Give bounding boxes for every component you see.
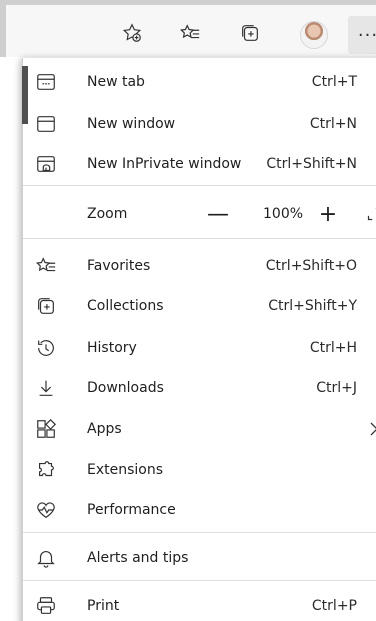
- menu-item-label: Extensions: [87, 462, 164, 478]
- menu-item-shortcut: Ctrl+P: [311, 598, 357, 614]
- new-tab-icon: [35, 71, 57, 93]
- menu-item-extensions[interactable]: Extensions: [23, 450, 376, 490]
- menu-item-shortcut: Ctrl+N: [309, 116, 357, 132]
- menu-item-shortcut: Ctrl+T: [311, 74, 357, 90]
- menu-item-collections[interactable]: Collections Ctrl+Shift+Y: [23, 286, 376, 326]
- menu-item-new-window[interactable]: New window Ctrl+N: [23, 104, 376, 144]
- zoom-label: Zoom: [87, 206, 128, 222]
- browser-window: ··· New tab Ctrl+T Ne: [0, 0, 376, 621]
- zoom-out-button[interactable]: —: [203, 200, 233, 230]
- more-icon: ···: [357, 24, 376, 46]
- menu-item-label: History: [87, 340, 137, 356]
- divider: [23, 532, 376, 533]
- menu-item-label: Favorites: [87, 258, 151, 274]
- favorites-icon: [35, 255, 57, 277]
- menu-item-apps[interactable]: Apps: [23, 409, 376, 449]
- inprivate-icon: [35, 153, 57, 175]
- window-edge: [22, 66, 28, 124]
- collections-button[interactable]: [236, 21, 264, 49]
- menu-item-label: Performance: [87, 502, 176, 518]
- menu-item-new-inprivate-window[interactable]: New InPrivate window Ctrl+Shift+N: [23, 144, 376, 184]
- menu-item-label: Downloads: [87, 380, 164, 396]
- menu-item-label: New InPrivate window: [87, 156, 242, 172]
- menu-item-new-tab[interactable]: New tab Ctrl+T: [23, 62, 376, 102]
- extensions-icon: [35, 459, 57, 481]
- history-icon: [35, 337, 57, 359]
- menu-item-label: New tab: [87, 74, 145, 90]
- divider: [23, 185, 376, 186]
- menu-item-shortcut: Ctrl+Shift+Y: [268, 298, 357, 314]
- profile-button[interactable]: [300, 21, 328, 49]
- chevron-right-icon: [369, 421, 376, 437]
- menu-item-downloads[interactable]: Downloads Ctrl+J: [23, 368, 376, 408]
- menu-item-performance[interactable]: Performance: [23, 490, 376, 530]
- menu-item-shortcut: Ctrl+J: [316, 380, 357, 396]
- settings-and-more-button[interactable]: ···: [348, 16, 376, 54]
- fullscreen-icon[interactable]: [363, 203, 376, 225]
- zoom-level: 100%: [263, 206, 304, 222]
- performance-icon: [35, 499, 57, 521]
- zoom-row: Zoom — 100% +: [23, 190, 376, 240]
- menu-item-label: Collections: [87, 298, 164, 314]
- new-window-icon: [35, 113, 57, 135]
- downloads-icon: [35, 377, 57, 399]
- menu-item-shortcut: Ctrl+Shift+O: [265, 258, 357, 274]
- zoom-in-button[interactable]: +: [313, 200, 343, 230]
- menu-item-alerts-and-tips[interactable]: Alerts and tips: [23, 538, 376, 578]
- menu-item-label: New window: [87, 116, 176, 132]
- menu-item-label: Apps: [87, 421, 122, 437]
- menu-item-history[interactable]: History Ctrl+H: [23, 328, 376, 368]
- browser-toolbar: ···: [0, 0, 376, 57]
- add-favorite-icon: [121, 22, 143, 48]
- menu-item-print[interactable]: Print Ctrl+P: [23, 586, 376, 621]
- menu-item-label: Print: [87, 598, 120, 614]
- bell-icon: [35, 547, 57, 569]
- collections-icon: [35, 295, 57, 317]
- favorites-icon: [179, 22, 201, 48]
- divider: [23, 580, 376, 581]
- menu-item-favorites[interactable]: Favorites Ctrl+Shift+O: [23, 246, 376, 286]
- profile-avatar: [300, 21, 328, 49]
- settings-menu: New tab Ctrl+T New window Ctrl+N New InP…: [22, 58, 376, 621]
- menu-item-label: Alerts and tips: [87, 550, 189, 566]
- menu-item-shortcut: Ctrl+Shift+N: [266, 156, 357, 172]
- printer-icon: [35, 595, 57, 617]
- divider: [23, 238, 376, 239]
- favorites-button[interactable]: [176, 21, 204, 49]
- menu-item-shortcut: Ctrl+H: [309, 340, 357, 356]
- add-favorite-button[interactable]: [118, 21, 146, 49]
- collections-icon: [239, 22, 261, 48]
- apps-icon: [35, 418, 57, 440]
